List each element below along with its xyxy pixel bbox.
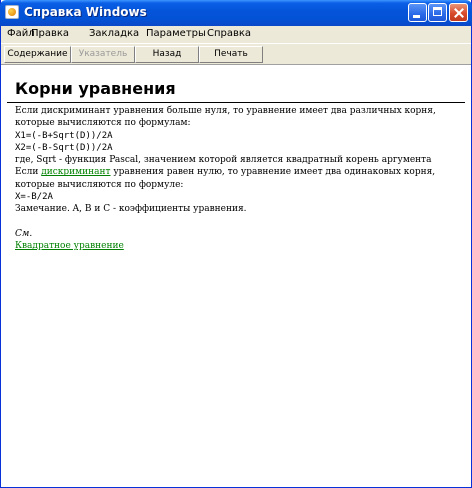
help-app-icon <box>5 5 19 19</box>
body-line-5: где, Sqrt - функция Pascal, значением ко… <box>15 155 432 166</box>
maximize-button[interactable] <box>428 3 447 22</box>
body-line-7: которые вычисляются по формуле: <box>15 179 184 190</box>
window-title: Справка Windows <box>24 5 147 19</box>
body-line-6: Если дискриминант уравнения равен нулю, … <box>15 166 467 178</box>
discriminant-link[interactable]: дискриминант <box>41 167 110 177</box>
body-line-2: которые вычисляются по формулам: <box>15 118 191 129</box>
title-divider <box>7 102 465 103</box>
topic-body: Если дискриминант уравнения больше нуля,… <box>15 105 467 253</box>
formula-x: X=-B/2A <box>15 192 53 203</box>
contents-button[interactable]: Содержание <box>4 46 71 63</box>
body-line-6-prefix: Если <box>15 167 42 178</box>
body-line-1: Если дискриминант уравнения больше нуля,… <box>15 106 436 116</box>
print-button[interactable]: Печать <box>199 46 263 63</box>
topic-title: Корни уравнения <box>15 79 176 98</box>
menu-edit[interactable]: Правка <box>31 28 69 39</box>
menu-help[interactable]: Справка <box>207 28 251 39</box>
menu-bar: Файл Правка Закладка Параметры Справка <box>1 26 471 43</box>
formula-x1: X1=(-B+Sqrt(D))/2A <box>15 130 113 141</box>
see-also-label: См. <box>15 228 33 239</box>
menu-options[interactable]: Параметры <box>146 28 206 39</box>
back-button[interactable]: Назад <box>135 46 199 63</box>
body-line-6-suffix: уравнения равен нулю, то уравнение имеет… <box>110 167 436 178</box>
help-window: Справка Windows Файл Правка Закладка Пар… <box>0 0 472 488</box>
index-button[interactable]: Указатель <box>71 46 135 63</box>
minimize-button[interactable] <box>408 3 427 22</box>
menu-bookmark[interactable]: Закладка <box>89 28 139 39</box>
quadratic-equation-link[interactable]: Квадратное уравнение <box>15 241 124 251</box>
formula-x2: X2=(-B-Sqrt(D))/2A <box>15 142 113 153</box>
title-bar[interactable]: Справка Windows <box>0 0 472 26</box>
close-button[interactable] <box>449 3 468 22</box>
note-line: Замечание. A, B и C - коэффициенты уравн… <box>15 204 247 215</box>
help-toolbar: Содержание Указатель Назад Печать <box>1 43 471 65</box>
topic-content[interactable]: Корни уравнения Если дискриминант уравне… <box>1 65 471 487</box>
